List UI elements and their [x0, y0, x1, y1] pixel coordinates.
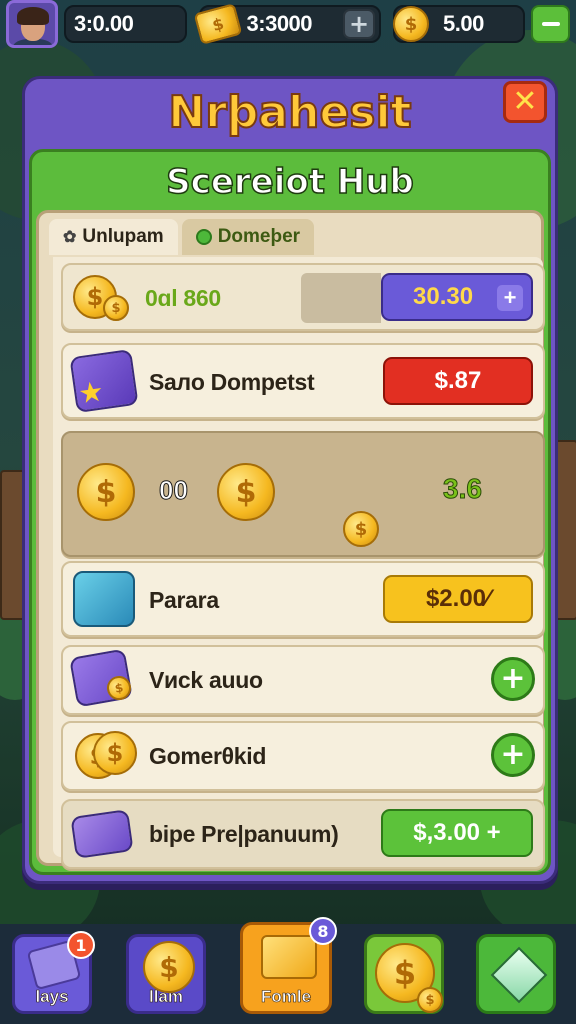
add-button[interactable]: + — [491, 657, 535, 701]
clover-icon: ✿ — [63, 229, 77, 246]
coin-icon: $ — [393, 6, 430, 42]
tab-unlupam[interactable]: ✿ Unlupam — [49, 219, 178, 255]
nav-button-fomle[interactable]: Fomle 8 — [240, 917, 337, 1014]
crate-icon — [73, 571, 135, 627]
row-label: Saлo Dompetst — [149, 369, 315, 395]
cash-stack-icon: $ — [69, 648, 133, 708]
notification-badge: 8 — [309, 917, 337, 945]
buy-button[interactable]: $2.00⁄ — [383, 575, 533, 623]
list-item[interactable]: $ Vиck auuo + — [61, 645, 545, 715]
coin-icon: $ — [343, 511, 379, 547]
add-button[interactable]: + — [491, 733, 535, 777]
coin-icon: $ — [93, 731, 137, 775]
resource-counter-3: $ 5.00 — [393, 5, 526, 43]
coin-icon: $ — [217, 463, 275, 521]
list-item[interactable]: $ 00 $ $ 3.6 — [61, 431, 545, 557]
list-item[interactable]: $ $ 0ɑl 860 30.30 + — [61, 263, 545, 331]
row-label: Vиck auuo — [149, 667, 263, 693]
nav-button-coins[interactable]: $ $ — [364, 934, 444, 1014]
gold-bars-icon — [261, 935, 317, 979]
chest-star-icon: ★ — [69, 348, 139, 414]
minus-button[interactable] — [531, 5, 571, 43]
row-label: bipe Pre|panuum) — [149, 821, 339, 847]
resource-value-3: 5.00 — [443, 11, 484, 36]
coin-icon: $ — [103, 295, 129, 321]
gem-icon — [490, 946, 548, 1004]
resource-counter-1: 3:0.00 — [64, 5, 187, 43]
price-label: 30.30 — [413, 283, 474, 310]
tab-label: Domeþer — [217, 226, 301, 247]
row-label: Parara — [149, 587, 219, 613]
buy-button[interactable]: $.87 — [383, 357, 533, 405]
nav-button-llam[interactable]: $ llam — [126, 934, 206, 1014]
resource-value-1: 3:0.00 — [74, 11, 134, 36]
nav-label: lays — [35, 987, 69, 1007]
top-resource-bar: 3:0.00 $ 3:3000 + $ 5.00 — [0, 0, 576, 48]
cash-bundle-icon — [70, 809, 134, 859]
plus-icon: + — [497, 285, 523, 311]
nav-button-lays[interactable]: lays 1 — [12, 931, 95, 1014]
buy-button[interactable]: 30.30 + — [381, 273, 533, 321]
resource-counter-2: $ 3:3000 + — [193, 3, 382, 45]
coin-icon: $ — [417, 987, 443, 1013]
nav-label: Fomle — [260, 987, 312, 1007]
coin-icon: $ — [77, 463, 135, 521]
hub-subtitle: Scereiot Hub — [165, 161, 414, 203]
tab-domeper[interactable]: Domeþer — [181, 219, 315, 255]
row-value-right: 3.6 — [443, 473, 483, 505]
gold-bar-icon: $ — [193, 3, 242, 45]
hub-card: ✿ Unlupam Domeþer $ $ 0ɑl 860 30.30 + ★ … — [36, 210, 545, 869]
price-label: $2.00⁄ — [425, 585, 491, 612]
list-item[interactable]: bipe Pre|panuum) $,3.00 + — [61, 799, 545, 869]
row-label: 0ɑl 860 — [145, 285, 221, 311]
add-resource-2-button[interactable]: + — [343, 9, 376, 39]
player-avatar[interactable] — [6, 0, 58, 48]
hub-container: Scereiot Hub ✿ Unlupam Domeþer $ $ 0ɑl 8… — [29, 149, 551, 875]
resource-value-2: 3:3000 — [246, 11, 313, 36]
shop-panel: Nrþahesit ✕ Scereiot Hub ✿ Unlupam Domeþ… — [22, 76, 558, 884]
notification-badge: 1 — [67, 931, 95, 959]
price-label: $,3.00 + — [413, 819, 501, 846]
panel-title: Nrþahesit — [167, 86, 412, 139]
row-label: Gomerθkid — [149, 743, 267, 769]
list-item[interactable]: Parara $2.00⁄ — [61, 561, 545, 637]
price-label: $.87 — [434, 367, 482, 394]
bottom-nav: lays 1 $ llam Fomle 8 $ $ — [0, 917, 576, 1024]
tab-bar: ✿ Unlupam Domeþer — [49, 219, 315, 255]
close-button[interactable]: ✕ — [503, 81, 547, 123]
row-value-left: 00 — [159, 475, 189, 506]
tab-label: Unlupam — [82, 226, 164, 247]
buy-button[interactable]: $,3.00 + — [381, 809, 533, 857]
list-item[interactable]: ★ Saлo Dompetst $.87 — [61, 343, 545, 419]
coin-icon: $ — [143, 941, 195, 993]
green-dot-icon — [195, 229, 212, 245]
close-icon: ✕ — [512, 84, 538, 119]
shop-list: $ $ 0ɑl 860 30.30 + ★ Saлo Dompetst $.87… — [53, 257, 545, 869]
list-item[interactable]: $ $ Gomerθkid + — [61, 721, 545, 791]
nav-button-gem[interactable] — [476, 934, 556, 1014]
